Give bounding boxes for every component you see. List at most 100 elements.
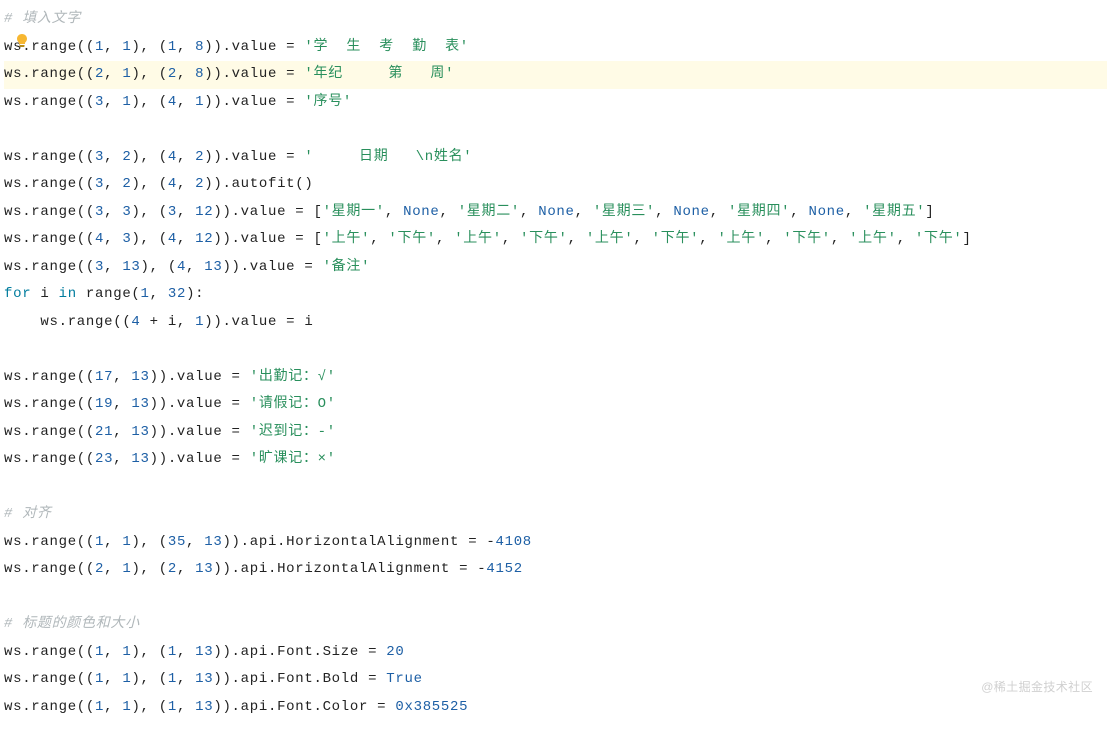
code-token: ), ( (131, 699, 167, 715)
code-token: '学 生 考 勤 表' (304, 39, 469, 55)
code-token: , (831, 231, 849, 247)
code-token: , (177, 39, 195, 55)
code-line (4, 474, 1107, 502)
code-token: 21 (95, 424, 113, 440)
code-token: ), ( (131, 644, 167, 660)
code-token: 32 (168, 286, 186, 302)
code-token: , (177, 176, 195, 192)
code-token: ws.range(( (40, 314, 131, 330)
code-token: 13 (195, 644, 213, 660)
code-token: ' 日期 \n姓名' (304, 149, 472, 165)
code-token: , (177, 561, 195, 577)
code-token: ws.range(( (4, 149, 95, 165)
code-token: 13 (131, 396, 149, 412)
code-token: , (104, 39, 122, 55)
code-token: 2 (168, 66, 177, 82)
code-token: 1 (168, 644, 177, 660)
code-token: 1 (141, 286, 150, 302)
code-token: ws.range(( (4, 561, 95, 577)
code-token: 4 (177, 259, 186, 275)
code-token: 2 (95, 66, 104, 82)
code-token: ), ( (131, 66, 167, 82)
code-token: )).autofit() (204, 176, 313, 192)
code-token: , (104, 699, 122, 715)
code-token: 2 (195, 176, 204, 192)
code-token: , (370, 231, 388, 247)
code-token: 8 (195, 39, 204, 55)
code-token: '序号' (304, 94, 352, 110)
code-token: 4 (168, 149, 177, 165)
code-token: , (104, 94, 122, 110)
code-token: 23 (95, 451, 113, 467)
code-token: '下午' (915, 231, 963, 247)
code-token: 3 (95, 259, 104, 275)
code-line (4, 116, 1107, 144)
code-token: ), ( (131, 231, 167, 247)
code-token: )).api.HorizontalAlignment = - (213, 561, 486, 577)
code-token: , (104, 149, 122, 165)
code-token: 1 (95, 534, 104, 550)
code-token: )).value = i (204, 314, 313, 330)
code-token: '下午' (388, 231, 436, 247)
code-token: i (31, 286, 58, 302)
code-token: , (104, 204, 122, 220)
code-token: , (104, 561, 122, 577)
code-token: ), ( (141, 259, 177, 275)
code-token: , (104, 231, 122, 247)
code-token: , (113, 396, 131, 412)
code-block: # 填入文字ws.range((1, 1), (1, 8)).value = '… (0, 0, 1111, 729)
code-token: '上午' (454, 231, 502, 247)
code-token: 3 (168, 204, 177, 220)
code-token: 1 (195, 314, 204, 330)
code-token: # 对齐 (4, 506, 52, 522)
code-token: )).api.Font.Bold = (213, 671, 386, 687)
code-token: 13 (195, 561, 213, 577)
code-token: 4 (131, 314, 140, 330)
code-token: '旷课记：×' (250, 451, 336, 467)
code-token: ), ( (131, 534, 167, 550)
code-token: )).api.Font.Size = (213, 644, 386, 660)
code-token: , (177, 66, 195, 82)
code-token: )).api.HorizontalAlignment = - (222, 534, 495, 550)
code-token: ws.range(( (4, 39, 95, 55)
code-line: ws.range((2, 1), (2, 8)).value = '年纪 第 周… (4, 61, 1107, 89)
code-token: , (845, 204, 863, 220)
code-token: , (104, 66, 122, 82)
code-token: 2 (95, 561, 104, 577)
code-line: ws.range((3, 2), (4, 2)).value = ' 日期 \n… (4, 144, 1107, 172)
code-line: # 填入文字 (4, 6, 1107, 34)
code-line (4, 336, 1107, 364)
code-token: , (765, 231, 783, 247)
code-token: '下午' (652, 231, 700, 247)
code-token: '备注' (323, 259, 371, 275)
code-token: 3 (95, 204, 104, 220)
code-token: None (538, 204, 574, 220)
code-token: '星期二' (458, 204, 520, 220)
code-line: ws.range((3, 1), (4, 1)).value = '序号' (4, 89, 1107, 117)
code-line: for i in range(1, 32): (4, 281, 1107, 309)
code-token: '上午' (717, 231, 765, 247)
code-line: ws.range((17, 13)).value = '出勤记：√' (4, 364, 1107, 392)
code-token: 0x385525 (395, 699, 468, 715)
code-token: 19 (95, 396, 113, 412)
code-token: 4152 (486, 561, 522, 577)
code-token: , (568, 231, 586, 247)
code-token: , (575, 204, 593, 220)
code-token: None (808, 204, 844, 220)
code-token: '请假记：O' (250, 396, 336, 412)
code-token: , (113, 424, 131, 440)
code-token: 13 (131, 369, 149, 385)
code-token: '出勤记：√' (250, 369, 336, 385)
code-token: ] (925, 204, 934, 220)
code-token: 13 (122, 259, 140, 275)
code-token: # 填入文字 (4, 11, 81, 27)
code-token: ws.range(( (4, 66, 95, 82)
code-line: ws.range((19, 13)).value = '请假记：O' (4, 391, 1107, 419)
code-token: )).value = (150, 369, 250, 385)
code-token: , (177, 231, 195, 247)
code-token: None (673, 204, 709, 220)
code-token: ws.range(( (4, 369, 95, 385)
code-token: 1 (168, 671, 177, 687)
code-token: )).value = (150, 396, 250, 412)
code-token: ws.range(( (4, 204, 95, 220)
